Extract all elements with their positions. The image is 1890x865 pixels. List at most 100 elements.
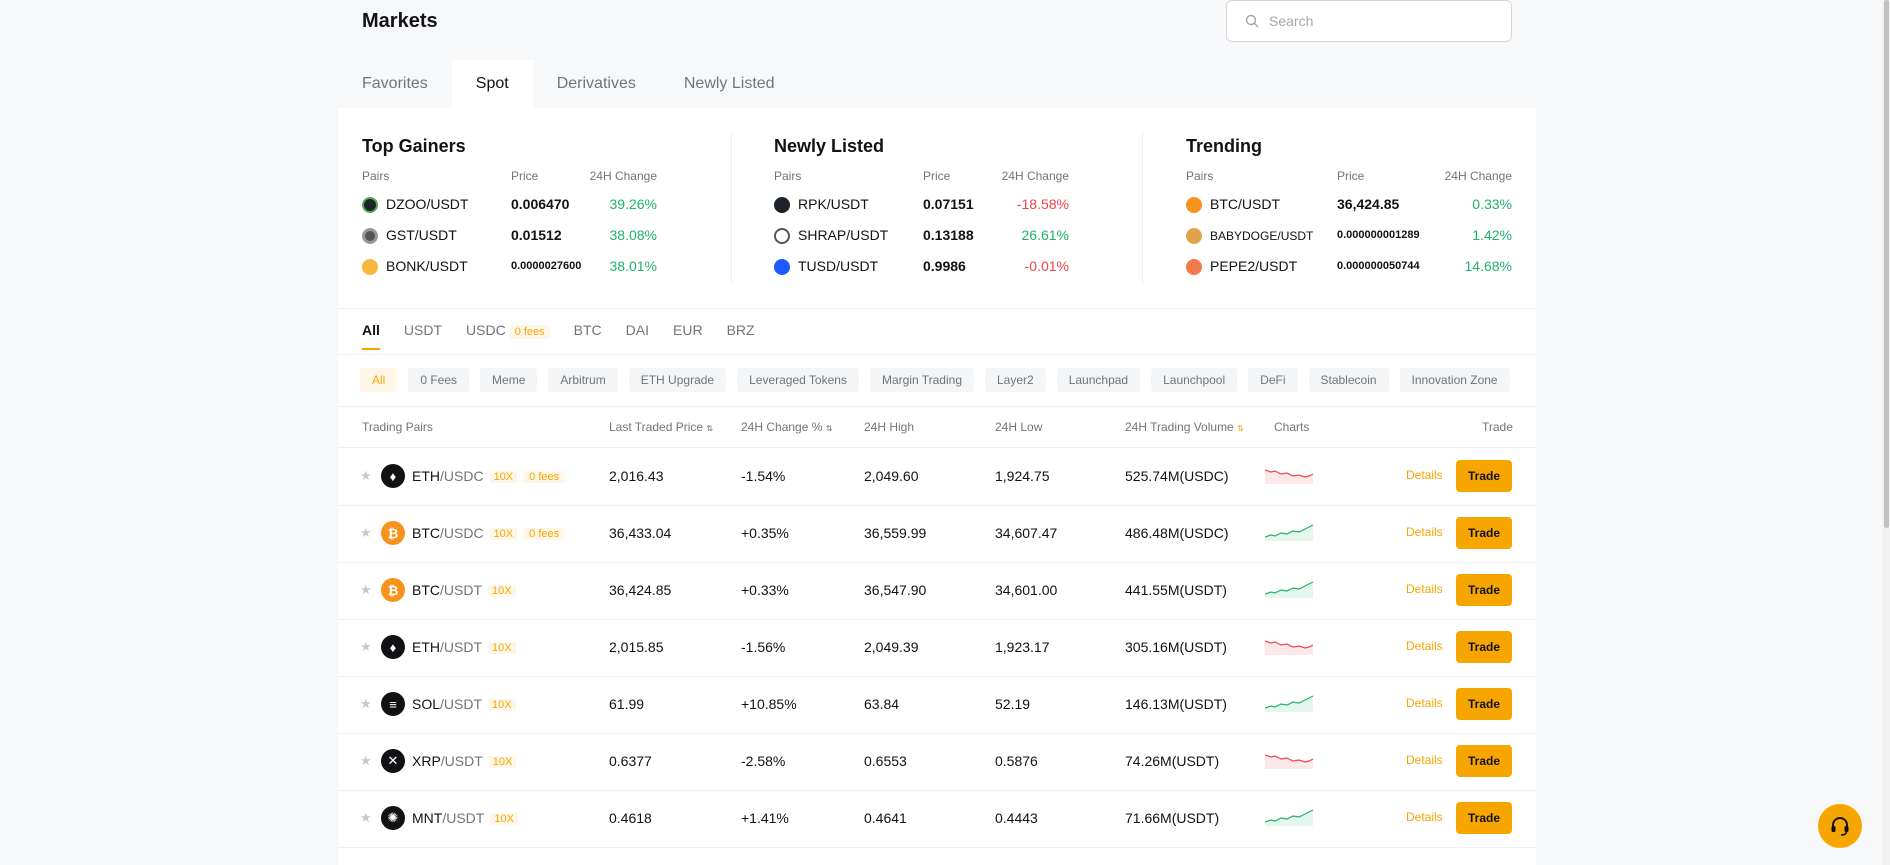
table-row[interactable]: ★ ♦ ETH/USDC 10X 0 fees 2,016.43 -1.54% 2,049.6… <box>338 448 1536 506</box>
trade-button[interactable]: Trade <box>1456 745 1512 777</box>
sparkline-chart <box>1265 754 1314 769</box>
price-value: 36,424.85 <box>1337 196 1400 212</box>
pair-cell[interactable]: ETH/USDT 10X <box>412 639 516 655</box>
list-item[interactable]: SHRAP/USDT 0.13188 26.61% <box>774 220 1104 251</box>
search-input[interactable]: Search <box>1226 0 1512 42</box>
trade-button[interactable]: Trade <box>1456 574 1512 606</box>
pair-cell[interactable]: SOL/USDT 10X <box>412 696 516 712</box>
table-row[interactable]: ★ ₿ BTC/USDC 10X 0 fees 36,433.04 +0.35% 36,559… <box>338 505 1536 563</box>
sparkline-chart <box>1265 524 1314 541</box>
base-asset: BTC <box>412 582 440 598</box>
tab-newly-listed[interactable]: Newly Listed <box>660 60 799 108</box>
favorite-star-icon[interactable]: ★ <box>360 582 372 598</box>
chip-margin-trading[interactable]: Margin Trading <box>869 368 974 392</box>
pair-cell[interactable]: BTC/USDT 10X <box>412 582 516 598</box>
details-link[interactable]: Details <box>1406 639 1443 653</box>
chip-all[interactable]: All <box>360 368 398 392</box>
markets-page: Markets Search Favorites Spot Derivative… <box>338 0 1536 865</box>
list-item[interactable]: PEPE2/USDT 0.000000050744 14.68% <box>1186 251 1516 282</box>
chip-innovation-zone[interactable]: Innovation Zone <box>1399 368 1510 392</box>
pair-label: PEPE2/USDT <box>1210 258 1298 274</box>
trade-button[interactable]: Trade <box>1456 688 1512 720</box>
list-item[interactable]: DZOO/USDT 0.006470 39.26% <box>362 189 692 220</box>
details-link[interactable]: Details <box>1406 753 1443 767</box>
details-link[interactable]: Details <box>1406 810 1443 824</box>
high-price: 2,049.60 <box>864 468 919 484</box>
change-value: 38.01% <box>609 258 657 274</box>
tab-btc[interactable]: BTC <box>574 322 602 350</box>
divider <box>731 132 732 284</box>
tab-eur[interactable]: EUR <box>673 322 703 350</box>
th-24h-volume[interactable]: 24H Trading Volume ⇅ <box>1125 420 1244 434</box>
favorite-star-icon[interactable]: ★ <box>360 639 372 655</box>
favorite-star-icon[interactable]: ★ <box>360 810 372 826</box>
chip-defi[interactable]: DeFi <box>1248 368 1298 392</box>
favorite-star-icon[interactable]: ★ <box>360 696 372 712</box>
sparkline-chart <box>1265 640 1314 655</box>
trade-button[interactable]: Trade <box>1456 517 1512 549</box>
list-item[interactable]: GST/USDT 0.01512 38.08% <box>362 220 692 251</box>
list-item[interactable]: RPK/USDT 0.07151 -18.58% <box>774 189 1104 220</box>
change-percent: -2.58% <box>741 753 786 769</box>
base-asset: SOL <box>412 696 441 712</box>
table-row[interactable]: ★ ≡ SOL/USDT 10X 61.99 +10.85% 63.84 52.19 146.1… <box>338 676 1536 734</box>
tab-usdt[interactable]: USDT <box>404 322 442 350</box>
list-item[interactable]: BTC/USDT 36,424.85 0.33% <box>1186 189 1516 220</box>
change-value: 26.61% <box>1021 227 1069 243</box>
price-value: 0.13188 <box>923 227 974 243</box>
details-link[interactable]: Details <box>1406 696 1443 710</box>
favorite-star-icon[interactable]: ★ <box>360 468 372 484</box>
support-button[interactable] <box>1818 804 1862 848</box>
list-item[interactable]: BONK/USDT 0.0000027600 38.01% <box>362 251 692 282</box>
low-price: 0.5876 <box>995 753 1038 769</box>
dzoo-coin-icon <box>362 197 378 213</box>
pair-cell[interactable]: XRP/USDT 10X <box>412 753 517 769</box>
table-row[interactable]: ★ ✕ XRP/USDT 10X 0.6377 -2.58% 0.6553 0.5876 74.… <box>338 733 1536 791</box>
tab-derivatives[interactable]: Derivatives <box>533 60 660 108</box>
chip-meme[interactable]: Meme <box>480 368 538 392</box>
trade-button[interactable]: Trade <box>1456 802 1512 834</box>
details-link[interactable]: Details <box>1406 468 1443 482</box>
tab-usdc[interactable]: USDC 0 fees <box>466 322 550 350</box>
chip-0-fees[interactable]: 0 Fees <box>408 368 470 392</box>
scrollbar-thumb[interactable] <box>1884 0 1889 528</box>
tab-all[interactable]: All <box>362 322 380 350</box>
chip-arbitrum[interactable]: Arbitrum <box>548 368 618 392</box>
tab-dai[interactable]: DAI <box>626 322 649 350</box>
details-link[interactable]: Details <box>1406 582 1443 596</box>
chip-layer2[interactable]: Layer2 <box>985 368 1046 392</box>
chip-launchpool[interactable]: Launchpool <box>1151 368 1238 392</box>
table-row[interactable]: ★ ₿ BTC/USDT 10X 36,424.85 +0.33% 36,547.90 34,… <box>338 562 1536 620</box>
chip-eth-upgrade[interactable]: ETH Upgrade <box>628 368 727 392</box>
pair-cell[interactable]: ETH/USDC 10X 0 fees <box>412 468 566 484</box>
chip-launchpad[interactable]: Launchpad <box>1056 368 1141 392</box>
pair-cell[interactable]: MNT/USDT 10X <box>412 810 518 826</box>
list-item[interactable]: BABYDOGE/USDT 0.000000001289 1.42% <box>1186 220 1516 251</box>
table-row[interactable]: ★ ✺ MNT/USDT 10X 0.4618 +1.41% 0.4641 0.4443 71.… <box>338 790 1536 848</box>
chip-leveraged-tokens[interactable]: Leveraged Tokens <box>737 368 859 392</box>
details-link[interactable]: Details <box>1406 525 1443 539</box>
th-24h-change[interactable]: 24H Change % ⇅ <box>741 420 832 434</box>
table-row[interactable]: ★ ♦ ETH/USDT 10X 2,015.85 -1.56% 2,049.39 1,923… <box>338 619 1536 677</box>
newly-listed-header: Pairs Price 24H Change <box>774 169 1104 183</box>
trading-volume: 71.66M(USDT) <box>1125 810 1220 826</box>
tab-spot[interactable]: Spot <box>451 60 533 108</box>
last-price: 2,015.85 <box>609 639 664 655</box>
trade-button[interactable]: Trade <box>1456 631 1512 663</box>
pair-cell[interactable]: BTC/USDC 10X 0 fees <box>412 525 566 541</box>
low-price: 34,607.47 <box>995 525 1058 541</box>
favorite-star-icon[interactable]: ★ <box>360 753 372 769</box>
list-item[interactable]: TUSD/USDT 0.9986 -0.01% <box>774 251 1104 282</box>
change-value: 38.08% <box>609 227 657 243</box>
tab-brz[interactable]: BRZ <box>727 322 755 350</box>
th-last-traded-price[interactable]: Last Traded Price ⇅ <box>609 420 713 434</box>
change-percent: +0.33% <box>741 582 789 598</box>
trading-volume: 146.13M(USDT) <box>1125 696 1227 712</box>
favorite-star-icon[interactable]: ★ <box>360 525 372 541</box>
tab-favorites[interactable]: Favorites <box>338 60 452 108</box>
chip-stablecoin[interactable]: Stablecoin <box>1308 368 1389 392</box>
th-24h-high: 24H High <box>864 420 915 434</box>
btc-coin-icon: ₿ <box>381 521 405 545</box>
pair-label: TUSD/USDT <box>798 258 879 274</box>
trade-button[interactable]: Trade <box>1456 460 1512 492</box>
